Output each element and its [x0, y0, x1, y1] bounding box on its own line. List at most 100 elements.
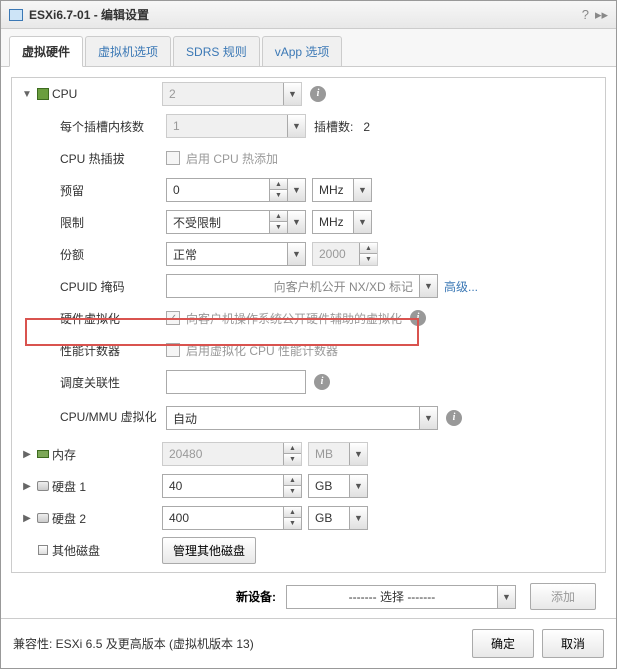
new-device-select[interactable]: ------- 选择 -------▼	[286, 585, 516, 609]
spin-down-icon[interactable]: ▼	[284, 454, 301, 465]
spin-down-icon[interactable]: ▼	[284, 518, 301, 529]
mmu-label: CPU/MMU 虚拟化	[56, 410, 166, 426]
info-icon[interactable]: i	[410, 310, 426, 326]
add-device-button[interactable]: 添加	[530, 583, 596, 610]
tab-sdrs-rules[interactable]: SDRS 规则	[173, 36, 260, 67]
tab-vapp-options[interactable]: vApp 选项	[262, 36, 343, 67]
spin-up-icon[interactable]: ▲	[284, 507, 301, 518]
chevron-down-icon[interactable]: ▼	[287, 115, 305, 137]
spin-up-icon[interactable]: ▲	[270, 211, 287, 222]
disk2-unit-select[interactable]: GB▼	[308, 506, 368, 530]
ok-button[interactable]: 确定	[472, 629, 534, 658]
chevron-down-icon[interactable]: ▼	[419, 275, 437, 297]
spin-down-icon: ▼	[360, 254, 377, 265]
spin-down-icon[interactable]: ▼	[270, 190, 287, 201]
disk2-row: ▶ 硬盘 2 400▲▼ GB▼	[12, 502, 605, 534]
collapse-icon[interactable]: ▼	[20, 89, 34, 100]
cpuid-advanced-link[interactable]: 高级...	[444, 278, 478, 295]
spin-down-icon[interactable]: ▼	[270, 222, 287, 233]
disk2-label: 硬盘 2	[52, 510, 162, 527]
memory-row: ▶ 内存 20480▲▼ MB▼	[12, 438, 605, 470]
help-icon[interactable]: ?	[582, 7, 589, 22]
manage-other-disks-button[interactable]: 管理其他磁盘	[162, 537, 256, 564]
reserve-label: 预留	[56, 182, 166, 199]
scsi0-row: ▶ SCSI 控制器 0 VMware 准虚拟	[12, 566, 605, 573]
chevron-down-icon[interactable]: ▼	[349, 507, 367, 529]
hardware-panel: ▼ CPU 2▼ i 每个插槽内核数 1▼ 插槽数:2 CPU 热插拔 启用 C…	[11, 77, 606, 573]
chevron-down-icon[interactable]: ▼	[353, 179, 371, 201]
perf-checkbox[interactable]	[166, 343, 180, 357]
cpu-row: ▼ CPU 2▼ i	[12, 78, 605, 110]
hwvirt-label: 硬件虚拟化	[56, 310, 166, 327]
cpuid-select[interactable]: 向客户机公开 NX/XD 标记▼	[166, 274, 438, 298]
limit-unit-select[interactable]: MHz▼	[312, 210, 372, 234]
reserve-unit-select[interactable]: MHz▼	[312, 178, 372, 202]
memory-input[interactable]: 20480▲▼	[162, 442, 302, 466]
chevron-down-icon[interactable]: ▼	[353, 211, 371, 233]
chevron-down-icon[interactable]: ▼	[349, 443, 367, 465]
cancel-button[interactable]: 取消	[542, 629, 604, 658]
chevron-down-icon[interactable]: ▼	[287, 179, 305, 201]
sockets-label: 插槽数:2	[314, 118, 370, 135]
chevron-down-icon[interactable]: ▼	[349, 475, 367, 497]
spin-down-icon[interactable]: ▼	[284, 486, 301, 497]
chevron-down-icon[interactable]: ▼	[287, 243, 305, 265]
other-disks-row: 其他磁盘 管理其他磁盘	[12, 534, 605, 566]
new-device-label: 新设备:	[236, 588, 276, 605]
chevron-down-icon[interactable]: ▼	[497, 586, 515, 608]
reserve-input[interactable]: 0▲▼▼	[166, 178, 306, 202]
limit-row: 限制 不受限制▲▼▼ MHz▼	[12, 206, 605, 238]
hwvirt-row: 硬件虚拟化 ✓ 向客户机操作系统公开硬件辅助的虚拟化 i	[12, 302, 605, 334]
perf-row: 性能计数器 启用虚拟化 CPU 性能计数器	[12, 334, 605, 366]
shares-num-input: 2000▲▼	[312, 242, 378, 266]
cpuid-label: CPUID 掩码	[56, 278, 166, 295]
disk2-input[interactable]: 400▲▼	[162, 506, 302, 530]
spin-up-icon[interactable]: ▲	[284, 475, 301, 486]
chevron-down-icon[interactable]: ▼	[287, 211, 305, 233]
tab-vm-options[interactable]: 虚拟机选项	[85, 36, 171, 67]
cores-label: 每个插槽内核数	[56, 118, 166, 135]
disk1-input[interactable]: 40▲▼	[162, 474, 302, 498]
chevron-down-icon[interactable]: ▼	[419, 407, 437, 429]
spin-up-icon[interactable]: ▲	[270, 179, 287, 190]
disk-icon	[37, 513, 49, 523]
expand-icon[interactable]: ▶	[20, 481, 34, 492]
titlebar: ESXi6.7-01 - 编辑设置 ? ▸▸	[1, 1, 616, 29]
mmu-select[interactable]: 自动▼	[166, 406, 438, 430]
hwvirt-checkbox[interactable]: ✓	[166, 311, 180, 325]
hotplug-checkbox[interactable]	[166, 151, 180, 165]
disk1-unit-select[interactable]: GB▼	[308, 474, 368, 498]
mmu-row: CPU/MMU 虚拟化 自动▼ i	[12, 398, 605, 438]
footer: 兼容性: ESXi 6.5 及更高版本 (虚拟机版本 13) 确定 取消	[1, 618, 616, 668]
cpu-count-select[interactable]: 2▼	[162, 82, 302, 106]
sched-label: 调度关联性	[56, 374, 166, 391]
info-icon[interactable]: i	[310, 86, 326, 102]
shares-select[interactable]: 正常▼	[166, 242, 306, 266]
cores-select[interactable]: 1▼	[166, 114, 306, 138]
tab-virtual-hardware[interactable]: 虚拟硬件	[9, 36, 83, 67]
info-icon[interactable]: i	[314, 374, 330, 390]
expand-icon[interactable]: ▸▸	[595, 7, 608, 23]
edit-settings-dialog: ESXi6.7-01 - 编辑设置 ? ▸▸ 虚拟硬件 虚拟机选项 SDRS 规…	[0, 0, 617, 669]
spin-up-icon[interactable]: ▲	[284, 443, 301, 454]
hwvirt-chk-label: 向客户机操作系统公开硬件辅助的虚拟化	[186, 310, 402, 327]
disk-icon	[37, 481, 49, 491]
spin-up-icon: ▲	[360, 243, 377, 254]
sched-input[interactable]	[166, 370, 306, 394]
window-icon	[9, 9, 23, 21]
compatibility-text: 兼容性: ESXi 6.5 及更高版本 (虚拟机版本 13)	[13, 635, 464, 652]
expand-icon[interactable]: ▶	[20, 513, 34, 524]
sched-row: 调度关联性 i	[12, 366, 605, 398]
info-icon[interactable]: i	[446, 410, 462, 426]
limit-input[interactable]: 不受限制▲▼▼	[166, 210, 306, 234]
perf-chk-label: 启用虚拟化 CPU 性能计数器	[186, 342, 338, 359]
tab-bar: 虚拟硬件 虚拟机选项 SDRS 规则 vApp 选项	[1, 29, 616, 67]
memory-unit-select[interactable]: MB▼	[308, 442, 368, 466]
cores-row: 每个插槽内核数 1▼ 插槽数:2	[12, 110, 605, 142]
memory-icon	[37, 450, 49, 458]
chevron-down-icon[interactable]: ▼	[283, 83, 301, 105]
expand-icon[interactable]: ▶	[20, 449, 34, 460]
limit-label: 限制	[56, 214, 166, 231]
disk1-label: 硬盘 1	[52, 478, 162, 495]
shares-label: 份额	[56, 246, 166, 263]
